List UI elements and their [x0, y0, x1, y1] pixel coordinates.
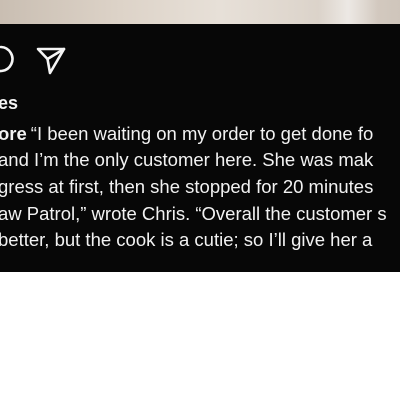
caption-username[interactable]: ore — [0, 123, 27, 144]
photo-highlight — [318, 0, 378, 24]
caption-line-3: gress at first, then she stopped for 20 … — [0, 176, 374, 197]
caption-line-4: aw Patrol,” wrote Chris. “Overall the cu… — [0, 203, 387, 224]
post-action-row — [0, 38, 400, 78]
caption-line-5: better, but the cook is a cutie; so I’ll… — [0, 229, 373, 250]
comment-icon[interactable] — [0, 44, 16, 74]
caption-line-1: ore “I been waiting on my order to get do… — [0, 121, 373, 147]
caption-line-2: and I’m the only customer here. She was … — [0, 149, 374, 170]
share-icon[interactable] — [34, 43, 68, 77]
caption-text: “I been waiting on my order to get done … — [30, 123, 374, 144]
post-panel: es ore “I been waiting on my order to get… — [0, 24, 400, 272]
likes-count-text: es — [0, 93, 19, 113]
post-photo-edge — [0, 0, 400, 24]
